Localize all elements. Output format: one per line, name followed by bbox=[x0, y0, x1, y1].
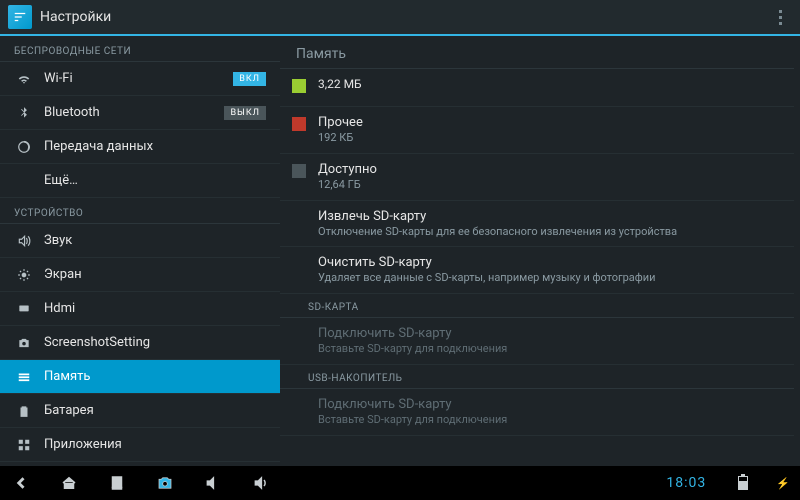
apps-icon bbox=[14, 438, 34, 452]
display-icon bbox=[14, 268, 34, 282]
storage-detail-pane[interactable]: Память 3,22 МБ Прочее 192 КБ Доступно 12… bbox=[280, 36, 800, 466]
storage-row-other[interactable]: Прочее 192 КБ bbox=[280, 107, 794, 154]
sidebar-item-label: ScreenshotSetting bbox=[44, 335, 266, 350]
sidebar-item-screenshot[interactable]: ScreenshotSetting bbox=[0, 326, 280, 360]
sound-icon bbox=[14, 234, 34, 248]
sidebar-item-label: Приложения bbox=[44, 437, 266, 452]
screenshot-button[interactable] bbox=[154, 472, 176, 494]
storage-row-mount-sd: Подключить SD-карту Вставьте SD-карту дл… bbox=[280, 318, 794, 365]
storage-row-apps[interactable]: 3,22 МБ bbox=[280, 69, 794, 107]
sidebar-item-wifi[interactable]: Wi-Fi ВКЛ bbox=[0, 62, 280, 96]
camera-icon bbox=[14, 336, 34, 350]
swatch-apps bbox=[292, 79, 306, 93]
storage-available-size: 12,64 ГБ bbox=[318, 178, 778, 192]
storage-row-unmount[interactable]: Извлечь SD-карту Отключение SD-карты для… bbox=[280, 201, 794, 248]
storage-row-available[interactable]: Доступно 12,64 ГБ bbox=[280, 154, 794, 201]
mount-sd-label: Подключить SD-карту bbox=[318, 326, 778, 341]
sidebar-item-data-usage[interactable]: Передача данных bbox=[0, 130, 280, 164]
sidebar-item-label: Звук bbox=[44, 233, 266, 248]
storage-row-mount-usb: Подключить SD-карту Вставьте SD-карту дл… bbox=[280, 389, 794, 436]
charging-icon: ⚡ bbox=[776, 477, 790, 490]
sidebar-item-sound[interactable]: Звук bbox=[0, 224, 280, 258]
sidebar-item-label: Экран bbox=[44, 267, 266, 282]
storage-row-erase[interactable]: Очистить SD-карту Удаляет все данные с S… bbox=[280, 247, 794, 294]
swatch-available bbox=[292, 164, 306, 178]
status-clock[interactable]: 18:03 bbox=[666, 475, 706, 491]
volume-down-button[interactable] bbox=[202, 472, 224, 494]
back-button[interactable] bbox=[10, 472, 32, 494]
sidebar-item-label: Батарея bbox=[44, 403, 266, 418]
recents-button[interactable] bbox=[106, 472, 128, 494]
category-device: УСТРОЙСТВО bbox=[0, 198, 280, 224]
category-wireless: БЕСПРОВОДНЫЕ СЕТИ bbox=[0, 36, 280, 62]
battery-status-icon bbox=[738, 476, 748, 490]
hdmi-icon bbox=[14, 302, 34, 316]
volume-up-button[interactable] bbox=[250, 472, 272, 494]
sidebar-item-storage[interactable]: Память bbox=[0, 360, 280, 394]
action-bar: Настройки bbox=[0, 0, 800, 36]
mount-sd-sub: Вставьте SD-карту для подключения bbox=[318, 342, 778, 356]
storage-icon bbox=[14, 370, 34, 384]
storage-available-label: Доступно bbox=[318, 162, 778, 177]
wifi-icon bbox=[14, 72, 34, 86]
sidebar-item-more[interactable]: Ещё… bbox=[0, 164, 280, 198]
sidebar-item-apps[interactable]: Приложения bbox=[0, 428, 280, 462]
settings-category-list[interactable]: БЕСПРОВОДНЫЕ СЕТИ Wi-Fi ВКЛ Bluetooth ВЫ… bbox=[0, 36, 280, 466]
storage-apps-size: 3,22 МБ bbox=[318, 77, 778, 91]
wifi-toggle[interactable]: ВКЛ bbox=[233, 72, 266, 86]
detail-title: Память bbox=[280, 36, 794, 69]
subcategory-sdcard: SD-КАРТА bbox=[280, 294, 794, 318]
unmount-label: Извлечь SD-карту bbox=[318, 209, 778, 224]
unmount-sub: Отключение SD-карты для ее безопасного и… bbox=[318, 225, 778, 239]
sidebar-item-bluetooth[interactable]: Bluetooth ВЫКЛ bbox=[0, 96, 280, 130]
subcategory-usb: USB-НАКОПИТЕЛЬ bbox=[280, 365, 794, 389]
swatch-other bbox=[292, 117, 306, 131]
erase-label: Очистить SD-карту bbox=[318, 255, 778, 270]
mount-usb-label: Подключить SD-карту bbox=[318, 397, 778, 412]
sidebar-item-label: Память bbox=[44, 369, 266, 384]
sidebar-item-battery[interactable]: Батарея bbox=[0, 394, 280, 428]
storage-other-label: Прочее bbox=[318, 115, 778, 130]
data-usage-icon bbox=[14, 140, 34, 154]
settings-app-icon bbox=[8, 5, 32, 29]
sidebar-item-label: Bluetooth bbox=[44, 105, 224, 120]
bluetooth-toggle[interactable]: ВЫКЛ bbox=[224, 106, 266, 120]
erase-sub: Удаляет все данные с SD-карты, например … bbox=[318, 271, 778, 285]
overflow-menu-button[interactable] bbox=[768, 10, 792, 25]
system-nav-bar: 18:03 ⚡ bbox=[0, 466, 800, 500]
storage-other-size: 192 КБ bbox=[318, 131, 778, 145]
sidebar-item-label: Wi-Fi bbox=[44, 71, 233, 86]
sidebar-item-display[interactable]: Экран bbox=[0, 258, 280, 292]
page-title: Настройки bbox=[40, 9, 111, 25]
bluetooth-icon bbox=[14, 106, 34, 120]
sidebar-item-label: Ещё… bbox=[14, 173, 266, 188]
mount-usb-sub: Вставьте SD-карту для подключения bbox=[318, 413, 778, 427]
home-button[interactable] bbox=[58, 472, 80, 494]
battery-icon bbox=[14, 404, 34, 418]
sidebar-item-hdmi[interactable]: Hdmi bbox=[0, 292, 280, 326]
sidebar-item-label: Передача данных bbox=[44, 139, 266, 154]
sidebar-item-label: Hdmi bbox=[44, 301, 266, 316]
